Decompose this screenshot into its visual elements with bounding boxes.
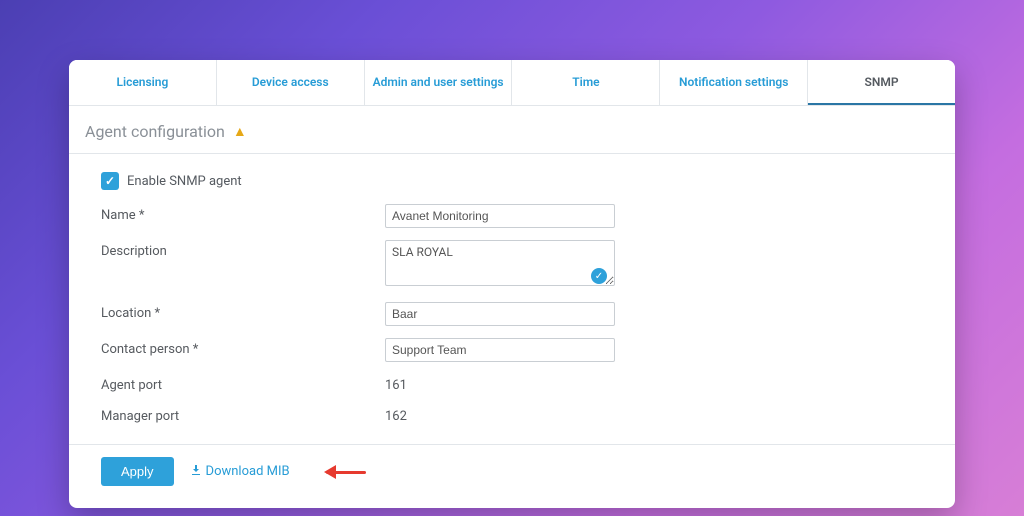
location-input[interactable] [385, 302, 615, 326]
form-panel: ✓ Enable SNMP agent Name * Description ✓… [69, 153, 955, 445]
download-mib-label: Download MIB [206, 464, 290, 479]
name-row: Name * [101, 204, 923, 228]
settings-card: Licensing Device access Admin and user s… [69, 60, 955, 508]
description-row: Description ✓ [101, 240, 923, 290]
tab-time[interactable]: Time [512, 60, 660, 105]
contact-input[interactable] [385, 338, 615, 362]
contact-label: Contact person * [101, 338, 385, 357]
location-row: Location * [101, 302, 923, 326]
agent-port-row: Agent port 161 [101, 374, 923, 393]
name-label: Name * [101, 204, 385, 223]
manager-port-row: Manager port 162 [101, 405, 923, 424]
name-input[interactable] [385, 204, 615, 228]
download-mib-link[interactable]: Download MIB [190, 464, 290, 480]
description-textarea[interactable] [385, 240, 615, 286]
tab-device-access[interactable]: Device access [217, 60, 365, 105]
tab-snmp[interactable]: SNMP [808, 60, 955, 105]
agent-port-label: Agent port [101, 374, 385, 393]
warning-icon: ▲ [233, 125, 247, 139]
enable-snmp-row: ✓ Enable SNMP agent [101, 172, 923, 190]
tab-licensing[interactable]: Licensing [69, 60, 217, 105]
annotation-arrow [326, 466, 376, 478]
tab-admin-user-settings[interactable]: Admin and user settings [365, 60, 513, 105]
tabs-bar: Licensing Device access Admin and user s… [69, 60, 955, 106]
description-label: Description [101, 240, 385, 259]
enable-snmp-checkbox[interactable]: ✓ [101, 172, 119, 190]
footer: Apply Download MIB [69, 445, 955, 508]
check-icon: ✓ [591, 268, 607, 284]
section-title: Agent configuration [85, 122, 225, 141]
enable-snmp-label: Enable SNMP agent [127, 174, 242, 189]
tab-notification-settings[interactable]: Notification settings [660, 60, 808, 105]
contact-row: Contact person * [101, 338, 923, 362]
apply-button[interactable]: Apply [101, 457, 174, 486]
manager-port-label: Manager port [101, 405, 385, 424]
manager-port-value: 162 [385, 405, 407, 424]
download-icon [190, 464, 202, 480]
location-label: Location * [101, 302, 385, 321]
agent-port-value: 161 [385, 374, 407, 393]
section-header: Agent configuration ▲ [69, 106, 955, 153]
